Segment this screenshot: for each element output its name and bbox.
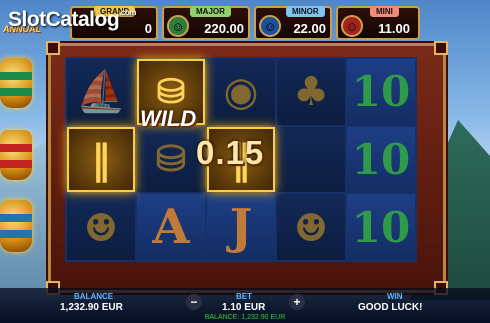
bamboo-symbol: ‖ <box>67 126 135 193</box>
coin-symbol: ◉ <box>207 59 275 125</box>
watermark-text: SlotCatalog <box>8 8 120 31</box>
gold-ingot-symbol: ⛁ <box>137 126 205 193</box>
bet-increase-button[interactable]: + <box>289 294 305 310</box>
bonsai-tree-symbol: ♣ <box>277 59 345 125</box>
balance-label: BALANCE <box>74 292 114 301</box>
j-text: J <box>229 199 253 256</box>
bet-value: 1.10 EUR <box>222 302 266 313</box>
ten-text: 10 <box>351 67 411 117</box>
lucky-cat-symbol: ☻ <box>277 194 345 260</box>
a-symbol: A <box>137 194 205 260</box>
jackpot-minor: ☺ MINOR 22.00 <box>254 6 332 40</box>
frame-corner <box>46 41 60 55</box>
win-value: GOOD LUCK! <box>358 302 423 313</box>
pot-icon <box>0 58 32 108</box>
ten-symbol: 10 <box>347 59 415 125</box>
watermark: SlotCatalog.com <box>8 8 136 32</box>
jackpot-mini-label: MINI <box>370 6 399 17</box>
empty-symbol <box>277 126 345 193</box>
balance-value: 1,232.90 EUR <box>60 302 123 313</box>
junk-ship-symbol: ⛵ <box>67 59 135 125</box>
pot-icon <box>0 200 32 252</box>
pot-icon <box>0 130 32 180</box>
ten-symbol: 10 <box>347 126 415 193</box>
j-symbol: J <box>207 194 275 260</box>
ten-text: 10 <box>351 202 411 252</box>
bet-decrease-button[interactable]: − <box>186 294 202 310</box>
jackpot-major-label: MAJOR <box>190 6 231 17</box>
jackpot-grand-value: 0 <box>144 21 152 36</box>
wild-label: WILD <box>140 106 197 131</box>
jackpot-mini-value: 11.00 <box>378 21 410 36</box>
jackpot-major-value: 220.00 <box>204 21 244 36</box>
win-label: WIN <box>387 292 403 301</box>
ten-text: 10 <box>351 134 411 184</box>
a-text: A <box>152 199 190 256</box>
watermark-suffix: .com <box>119 8 136 17</box>
jackpot-minor-value: 22.00 <box>293 21 326 36</box>
girl-character-icon: ☺ <box>259 15 281 37</box>
footer-balance: BALANCE: 1,232.90 EUR <box>204 314 286 321</box>
jackpot-minor-label: MINOR <box>286 6 325 17</box>
bet-label: BET <box>236 292 252 301</box>
boy-character-icon: ☺ <box>167 15 189 37</box>
jackpot-mini: ☺ MINI 11.00 <box>336 6 420 40</box>
frame-corner <box>434 41 448 55</box>
ten-symbol: 10 <box>347 194 415 260</box>
lucky-cat-symbol: ☻ <box>67 194 135 260</box>
win-amount: 0.15 <box>196 134 265 171</box>
monk-character-icon: ☺ <box>341 15 363 37</box>
jackpot-major: ☺ MAJOR 220.00 <box>162 6 250 40</box>
